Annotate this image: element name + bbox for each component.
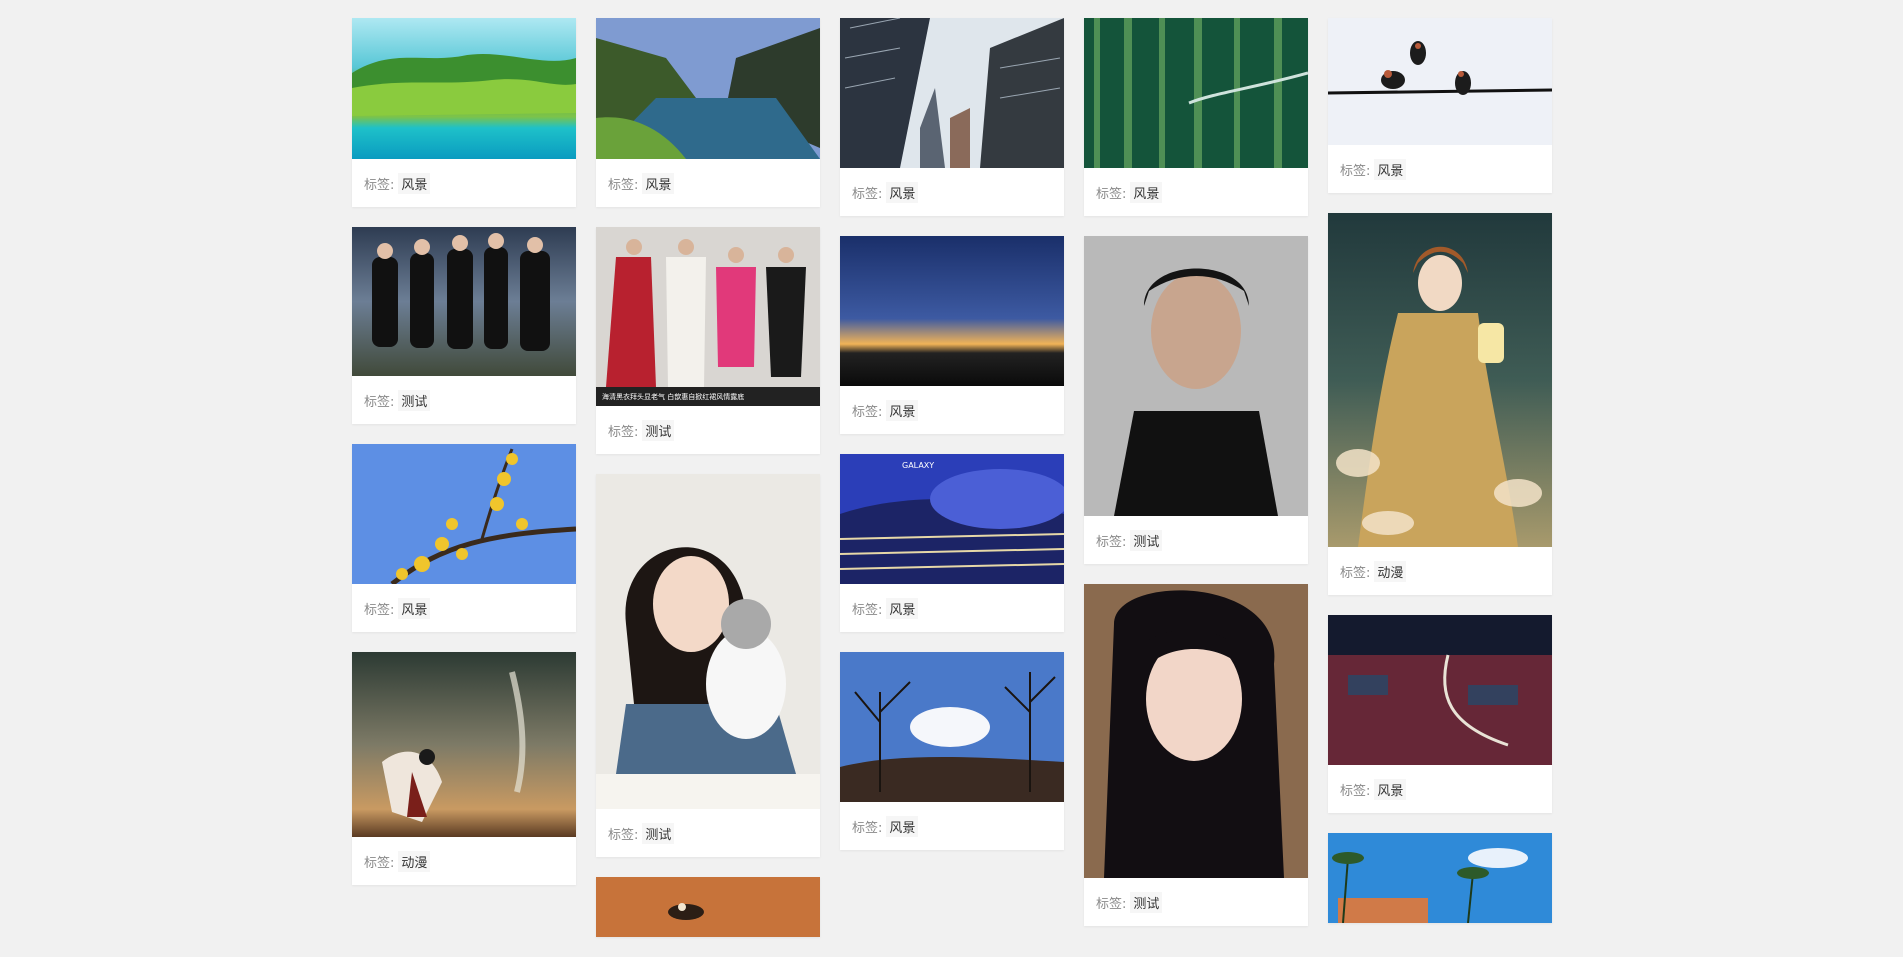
tag-label: 标签: bbox=[608, 827, 639, 843]
photo-card: 标签: 测试 bbox=[1084, 236, 1308, 564]
tag-label: 标签: bbox=[608, 424, 639, 440]
photo-meta: 标签: 风景 bbox=[840, 802, 1064, 850]
tag-label: 标签: bbox=[852, 404, 883, 420]
photo-card: 标签: 风景 bbox=[1328, 18, 1552, 193]
photo-girl-with-cat[interactable] bbox=[596, 474, 820, 809]
tag-link[interactable]: 风景 bbox=[886, 181, 919, 203]
photo-portrait-man[interactable] bbox=[1084, 236, 1308, 516]
photo-card: 标签: 风景 bbox=[352, 18, 576, 207]
photo-night-city[interactable] bbox=[1328, 615, 1552, 765]
photo-landscape-lake[interactable] bbox=[352, 18, 576, 159]
photo-card: 海清黑衣拜头显老气 白歆惠自掀红裙风情露底 标签: 测试 bbox=[596, 227, 820, 454]
photo-meta: 标签: 风景 bbox=[596, 159, 820, 207]
photo-meta: 标签: 风景 bbox=[840, 386, 1064, 434]
photo-bird[interactable] bbox=[596, 877, 820, 937]
tag-link[interactable]: 风景 bbox=[398, 172, 431, 194]
tag-label: 标签: bbox=[364, 394, 395, 410]
photo-meta: 标签: 测试 bbox=[1084, 878, 1308, 926]
photo-meta: 标签: 测试 bbox=[596, 809, 820, 857]
photo-meta: 标签: 风景 bbox=[840, 168, 1064, 216]
tag-link[interactable]: 风景 bbox=[886, 597, 919, 619]
tag-link[interactable]: 测试 bbox=[398, 389, 431, 411]
tag-link[interactable]: 风景 bbox=[886, 815, 919, 837]
photo-swallows-on-wire[interactable] bbox=[1328, 18, 1552, 145]
tag-link[interactable]: 风景 bbox=[398, 597, 431, 619]
tag-link[interactable]: 测试 bbox=[1130, 529, 1163, 551]
tag-label: 标签: bbox=[1096, 896, 1127, 912]
tag-link[interactable]: 动漫 bbox=[398, 850, 431, 872]
photo-long-hair-girl[interactable] bbox=[1084, 584, 1308, 878]
tag-label: 标签: bbox=[852, 820, 883, 836]
photo-card: 标签: 测试 bbox=[1084, 584, 1308, 926]
photo-green-reflection[interactable] bbox=[1084, 18, 1308, 168]
tag-label: 标签: bbox=[852, 602, 883, 618]
photo-modern-building[interactable]: GALAXY bbox=[840, 454, 1064, 584]
photo-meta: 标签: 测试 bbox=[1084, 516, 1308, 564]
photo-card: 标签: 风景 bbox=[1328, 615, 1552, 813]
tag-label: 标签: bbox=[364, 177, 395, 193]
photo-meta: 标签: 风景 bbox=[1328, 765, 1552, 813]
tag-label: 标签: bbox=[364, 602, 395, 618]
photo-card: 标签: 风景 bbox=[840, 18, 1064, 216]
photo-card bbox=[596, 877, 820, 937]
photo-bare-trees[interactable] bbox=[840, 652, 1064, 802]
photo-anime-tornado[interactable] bbox=[352, 652, 576, 837]
tag-link[interactable]: 风景 bbox=[1130, 181, 1163, 203]
tag-link[interactable]: 动漫 bbox=[1374, 560, 1407, 582]
photo-card: 标签: 风景 bbox=[840, 652, 1064, 850]
photo-card: 标签: 测试 bbox=[596, 474, 820, 857]
waterfall-gallery: 标签: 风景 标签: 测试 标签: 风景 标签: 动漫 标签: 风景 海清黑衣拜… bbox=[0, 0, 1903, 937]
photo-meta: 标签: 风景 bbox=[352, 584, 576, 632]
gallery-column-3: 标签: 风景 标签: 风景 GALAXY 标签: 风景 标签: 风景 bbox=[840, 18, 1064, 870]
photo-red-carpet[interactable]: 海清黑衣拜头显老气 白歆惠自掀红裙风情露底 bbox=[596, 227, 820, 406]
tag-label: 标签: bbox=[1096, 534, 1127, 550]
tag-link[interactable]: 测试 bbox=[642, 822, 675, 844]
photo-band[interactable] bbox=[352, 227, 576, 376]
tag-label: 标签: bbox=[1340, 565, 1371, 581]
photo-meta: 标签: 动漫 bbox=[1328, 547, 1552, 595]
tag-link[interactable]: 测试 bbox=[1130, 891, 1163, 913]
photo-card: GALAXY 标签: 风景 bbox=[840, 454, 1064, 632]
photo-card: 标签: 风景 bbox=[596, 18, 820, 207]
tag-label: 标签: bbox=[1340, 783, 1371, 799]
tag-label: 标签: bbox=[852, 186, 883, 202]
photo-anime-lantern-girl[interactable] bbox=[1328, 213, 1552, 547]
photo-plum-blossom[interactable] bbox=[352, 444, 576, 584]
photo-meta: 标签: 测试 bbox=[596, 406, 820, 454]
photo-fjord[interactable] bbox=[596, 18, 820, 159]
photo-card: 标签: 风景 bbox=[1084, 18, 1308, 216]
photo-card: 标签: 风景 bbox=[352, 444, 576, 632]
tag-link[interactable]: 测试 bbox=[642, 419, 675, 441]
tag-label: 标签: bbox=[1340, 163, 1371, 179]
tag-label: 标签: bbox=[1096, 186, 1127, 202]
tag-link[interactable]: 风景 bbox=[1374, 778, 1407, 800]
photo-card: 标签: 动漫 bbox=[1328, 213, 1552, 595]
photo-meta: 标签: 动漫 bbox=[352, 837, 576, 885]
photo-skyscrapers[interactable] bbox=[840, 18, 1064, 168]
photo-caption: 海清黑衣拜头显老气 白歆惠自掀红裙风情露底 bbox=[602, 392, 744, 401]
photo-meta: 标签: 风景 bbox=[1084, 168, 1308, 216]
photo-meta: 标签: 风景 bbox=[1328, 145, 1552, 193]
photo-card: 标签: 风景 bbox=[840, 236, 1064, 434]
photo-sunset-clouds[interactable] bbox=[840, 236, 1064, 386]
photo-meta: 标签: 风景 bbox=[352, 159, 576, 207]
tag-link[interactable]: 风景 bbox=[1374, 158, 1407, 180]
gallery-column-4: 标签: 风景 标签: 测试 标签: 测试 bbox=[1084, 18, 1308, 946]
tag-label: 标签: bbox=[608, 177, 639, 193]
photo-card: 标签: 测试 bbox=[352, 227, 576, 424]
photo-card: 标签: 动漫 bbox=[352, 652, 576, 885]
gallery-column-5: 标签: 风景 标签: 动漫 标签: 风景 bbox=[1328, 18, 1552, 943]
gallery-column-2: 标签: 风景 海清黑衣拜头显老气 白歆惠自掀红裙风情露底 标签: 测试 标签: … bbox=[596, 18, 820, 957]
photo-meta: 标签: 测试 bbox=[352, 376, 576, 424]
building-logo: GALAXY bbox=[902, 461, 934, 470]
gallery-column-1: 标签: 风景 标签: 测试 标签: 风景 标签: 动漫 bbox=[352, 18, 576, 905]
tag-link[interactable]: 风景 bbox=[886, 399, 919, 421]
tag-link[interactable]: 风景 bbox=[642, 172, 675, 194]
tag-label: 标签: bbox=[364, 855, 395, 871]
photo-meta: 标签: 风景 bbox=[840, 584, 1064, 632]
photo-card bbox=[1328, 833, 1552, 923]
photo-beach-resort[interactable] bbox=[1328, 833, 1552, 923]
